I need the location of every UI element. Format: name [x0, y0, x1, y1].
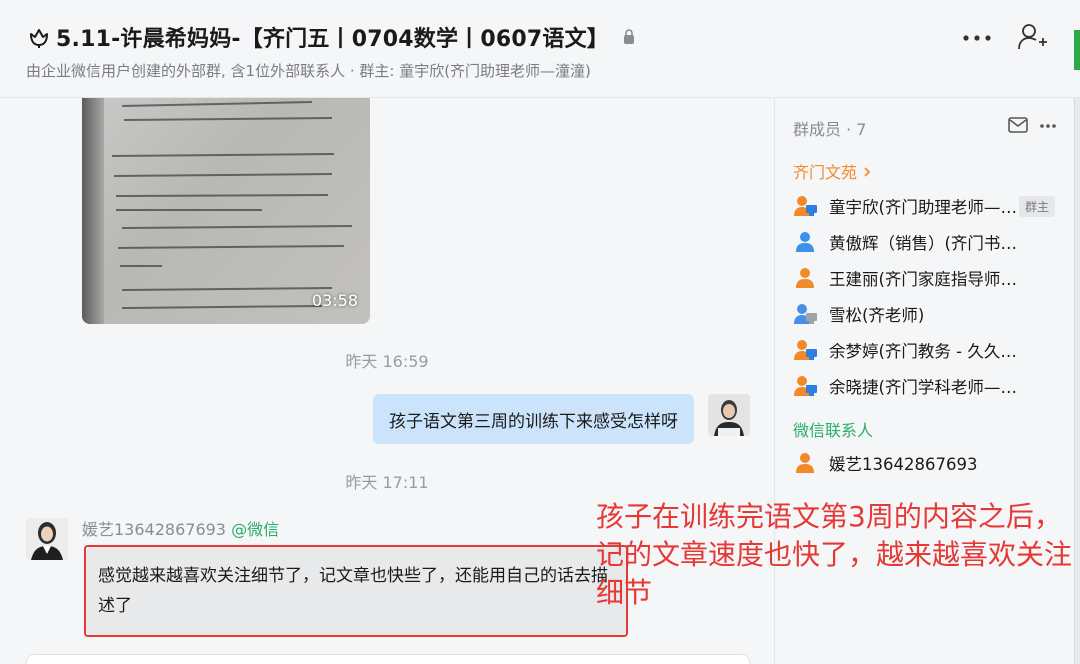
sender-name-line: 媛艺13642867693 @微信	[82, 516, 279, 540]
member-name: 余晓捷(齐门学科老师——余老师)	[829, 378, 1025, 397]
more-options-button[interactable]	[960, 24, 994, 52]
title-row: 5.11-许晨希妈妈-【齐门五丨0704数学丨0607语文】	[26, 20, 637, 54]
member-name: 王建丽(齐门家庭指导师——王老师)	[829, 270, 1025, 289]
video-duration: 03:58	[311, 291, 358, 310]
member-name: 媛艺13642867693	[829, 455, 978, 474]
message-input[interactable]	[26, 654, 750, 664]
member-name: 童宇欣(齐门助理老师—潼潼)	[829, 198, 1025, 217]
member-name: 余梦婷(齐门教务 - 久久老师)	[829, 342, 1025, 361]
my-avatar[interactable]	[708, 394, 750, 436]
member-item[interactable]: 黄傲辉（销售）(齐门书院课程顾问)	[793, 227, 1055, 257]
video-message[interactable]: 03:58	[82, 98, 370, 324]
sender-name: 媛艺13642867693	[82, 520, 226, 539]
user-orange-icon	[793, 451, 819, 475]
outgoing-message-bubble[interactable]: 孩子语文第三周的训练下来感受怎样呀	[373, 394, 694, 444]
chat-header: 5.11-许晨希妈妈-【齐门五丨0704数学丨0607语文】 由企业微信用户创建…	[0, 0, 1080, 98]
wechat-tag: @微信	[231, 520, 280, 539]
message-timestamp: 昨天 16:59	[345, 352, 429, 371]
user-monitor-icon	[793, 338, 819, 362]
tulip-icon	[26, 24, 52, 50]
member-item[interactable]: 王建丽(齐门家庭指导师——王老师)	[793, 263, 1055, 293]
members-more-icon[interactable]	[1037, 116, 1059, 136]
message-timestamp: 昨天 17:11	[345, 473, 429, 492]
user-orange-icon	[793, 266, 819, 290]
mail-icon[interactable]	[1007, 116, 1029, 136]
user-blue-icon	[793, 230, 819, 254]
group-title: 5.11-许晨希妈妈-【齐门五丨0704数学丨0607语文】	[56, 27, 610, 52]
window-edge-accent	[1074, 30, 1080, 70]
section-company[interactable]: 齐门文苑	[793, 159, 872, 183]
member-item[interactable]: 童宇欣(齐门助理老师—潼潼) 群主	[793, 191, 1055, 221]
member-item[interactable]: 余晓捷(齐门学科老师——余老师)	[793, 371, 1055, 401]
red-annotation-text: 孩子在训练完语文第3周的内容之后，记的文章速度也快了，越来越喜欢关注细节	[596, 500, 1073, 609]
lock-icon	[623, 28, 637, 46]
member-name: 黄傲辉（销售）(齐门书院课程顾问)	[829, 234, 1025, 253]
sender-avatar[interactable]	[26, 518, 68, 560]
incoming-message-bubble[interactable]: 感觉越来越喜欢关注细节了，记文章也快些了，还能用自己的话去描述了	[86, 547, 626, 635]
section-wechat: 微信联系人	[793, 421, 874, 440]
user-monitor-icon	[793, 194, 819, 218]
chevron-right-icon	[862, 163, 872, 182]
group-subtitle: 由企业微信用户创建的外部群, 含1位外部联系人 · 群主: 童宇欣(齐门助理老师…	[26, 62, 591, 80]
member-item[interactable]: 雪松(齐老师)	[793, 299, 1055, 329]
add-member-button[interactable]	[1016, 20, 1050, 54]
member-item[interactable]: 余梦婷(齐门教务 - 久久老师)	[793, 335, 1055, 365]
members-count: 群成员 · 7	[793, 120, 867, 139]
member-item[interactable]: 媛艺13642867693	[793, 448, 1055, 478]
owner-badge: 群主	[1018, 196, 1055, 217]
user-gray-monitor-icon	[793, 302, 819, 326]
member-name: 雪松(齐老师)	[829, 306, 925, 325]
user-monitor-icon	[793, 374, 819, 398]
section-company-label: 齐门文苑	[793, 163, 858, 182]
